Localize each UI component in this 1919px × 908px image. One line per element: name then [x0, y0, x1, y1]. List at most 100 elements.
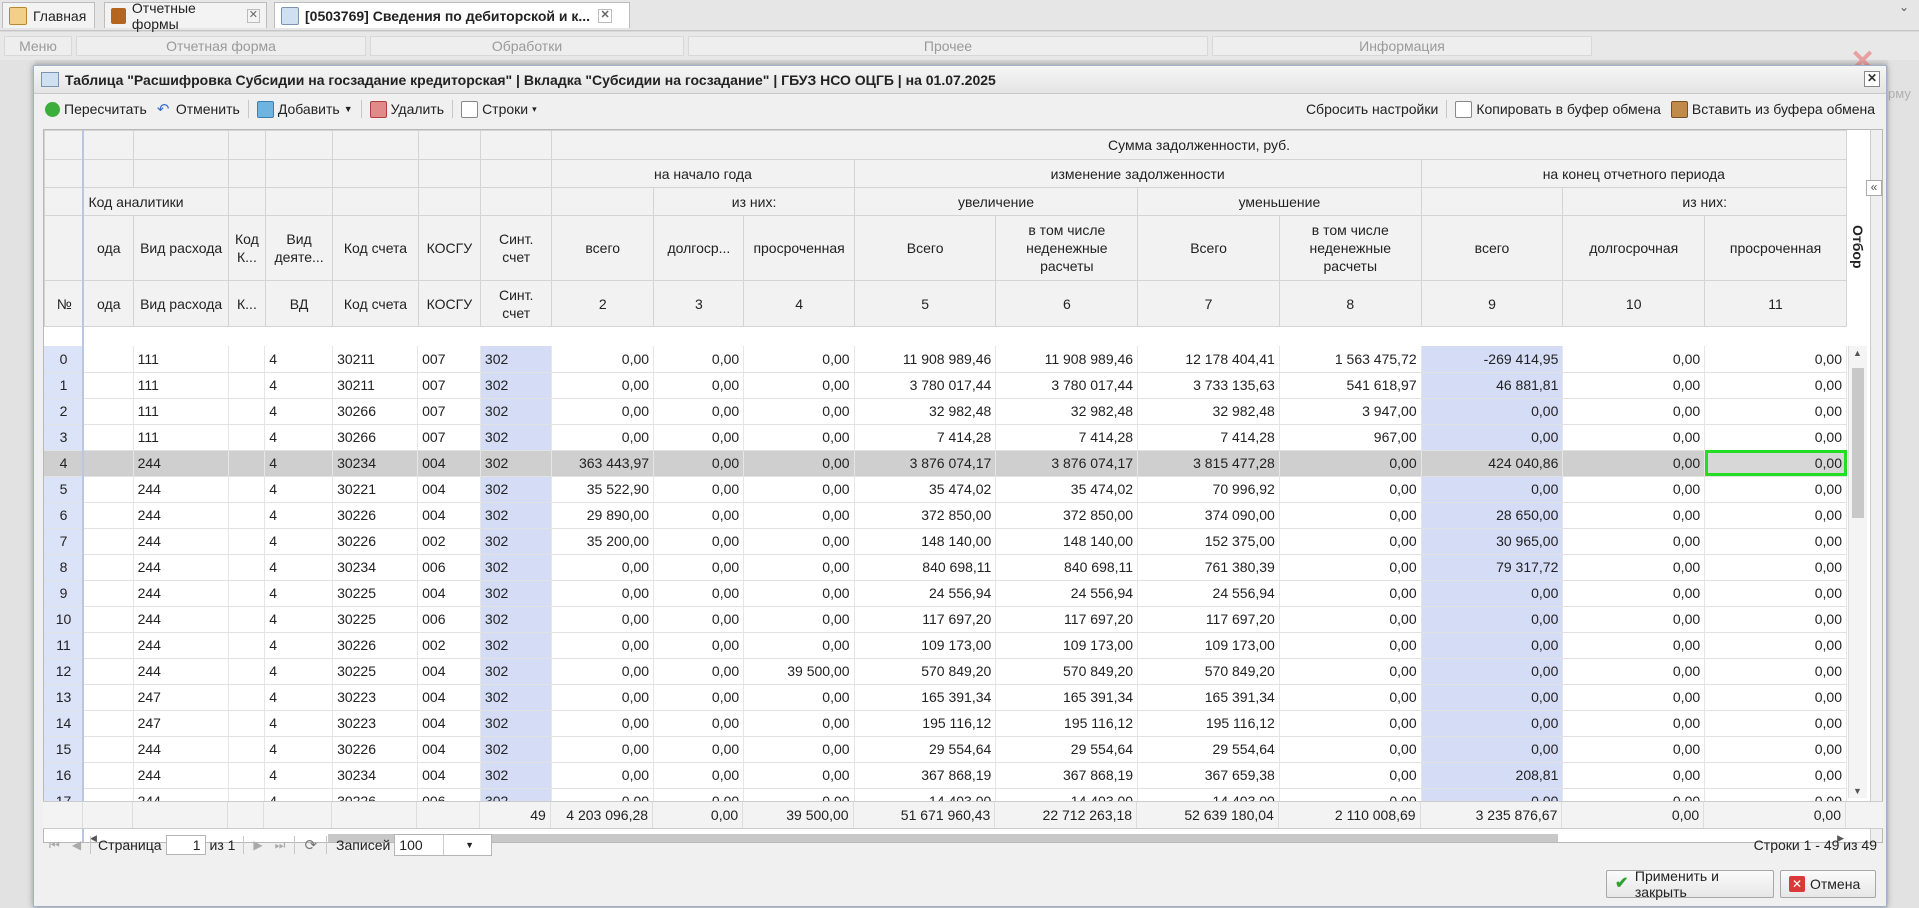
table-cell[interactable]: 0,00	[743, 528, 855, 555]
apply-and-close-button[interactable]: ✔ Применить и закрыть	[1606, 868, 1774, 900]
table-cell[interactable]	[228, 398, 266, 425]
table-cell[interactable]: 32 982,48	[1137, 398, 1280, 425]
table-row[interactable]: 12 244 4 30225 004 302 0,00 0,00 39 500,00 570 84…	[44, 658, 1847, 685]
table-row[interactable]: 15 244 4 30226 004 302 0,00 0,00 0,00 29 554,64 29…	[44, 736, 1847, 763]
menu-group-other[interactable]: Прочее	[688, 36, 1208, 56]
table-cell[interactable]: 0,00	[1279, 502, 1422, 529]
table-cell[interactable]	[83, 658, 134, 685]
table-cell[interactable]	[228, 736, 266, 763]
table-cell[interactable]: 007	[417, 424, 481, 451]
table-cell[interactable]: 0,00	[1279, 736, 1422, 763]
table-cell[interactable]: 0,00	[653, 710, 745, 737]
table-row[interactable]: 2 111 4 30266 007 302 0,00 0,00 0,00 32 982,48 32 …	[44, 398, 1847, 425]
table-cell[interactable]: 0,00	[1562, 346, 1706, 373]
table-cell[interactable]: 004	[417, 502, 481, 529]
table-cell[interactable]: 0,00	[743, 476, 855, 503]
table-cell[interactable]	[228, 684, 266, 711]
row-number-cell[interactable]: 10	[44, 606, 84, 633]
row-number-cell[interactable]: 2	[44, 398, 84, 425]
table-cell[interactable]: 30234	[332, 554, 419, 581]
table-row[interactable]: 10 244 4 30225 006 302 0,00 0,00 0,00 117 697,20 1…	[44, 606, 1847, 633]
scrollbar-thumb[interactable]	[1852, 368, 1864, 518]
table-cell[interactable]: 0,00	[1704, 606, 1847, 633]
table-row[interactable]: 13 247 4 30223 004 302 0,00 0,00 0,00 165 391,34 1…	[44, 684, 1847, 711]
table-cell[interactable]: 30211	[332, 346, 419, 373]
first-page-icon[interactable]: ⏮	[49, 838, 60, 853]
column-header[interactable]: в том числе неденежные расчеты	[995, 215, 1139, 281]
table-cell[interactable]	[83, 424, 134, 451]
table-cell[interactable]: 7 414,28	[854, 424, 997, 451]
paste-clipboard-button[interactable]: Вставить из буфера обмена	[1666, 97, 1880, 121]
table-cell[interactable]: 0,00	[653, 476, 745, 503]
table-cell[interactable]: 0,00	[1279, 580, 1422, 607]
table-cell[interactable]: 0,00	[1704, 632, 1847, 659]
table-cell[interactable]: 0,00	[743, 632, 855, 659]
table-cell[interactable]: 244	[133, 502, 229, 529]
table-cell[interactable]: 0,00	[1279, 450, 1422, 477]
table-cell[interactable]: 117 697,20	[995, 606, 1139, 633]
table-cell[interactable]: 0,00	[743, 398, 855, 425]
table-cell[interactable]: 7 414,28	[1137, 424, 1280, 451]
table-cell[interactable]	[228, 554, 266, 581]
table-cell[interactable]: 30225	[332, 658, 419, 685]
table-cell[interactable]: 0,00	[1562, 684, 1706, 711]
table-cell[interactable]: 0,00	[653, 450, 745, 477]
table-cell[interactable]: 0,00	[743, 424, 855, 451]
table-cell[interactable]: 0,00	[551, 762, 655, 789]
table-cell[interactable]	[83, 398, 134, 425]
table-cell[interactable]	[83, 762, 134, 789]
records-per-page-select[interactable]: 100 ▼	[394, 834, 493, 856]
row-number-cell[interactable]: 13	[44, 684, 84, 711]
table-cell[interactable]: 302	[480, 658, 552, 685]
table-cell[interactable]: 30225	[332, 580, 419, 607]
table-cell[interactable]: 0,00	[653, 372, 745, 399]
table-cell[interactable]: 0,00	[551, 398, 655, 425]
table-cell[interactable]: 541 618,97	[1279, 372, 1422, 399]
table-row[interactable]: 3 111 4 30266 007 302 0,00 0,00 0,00 7 414,28 7 41…	[44, 424, 1847, 451]
table-cell[interactable]: 0,00	[1562, 632, 1706, 659]
table-cell[interactable]: 247	[133, 710, 229, 737]
table-cell[interactable]: 30226	[332, 736, 419, 763]
row-number-cell[interactable]: 3	[44, 424, 84, 451]
table-cell[interactable]: 4	[264, 736, 334, 763]
table-cell[interactable]: 3 876 074,17	[854, 450, 997, 477]
table-cell[interactable]: -269 414,95	[1421, 346, 1564, 373]
table-cell[interactable]	[83, 606, 134, 633]
table-cell[interactable]: 111	[133, 372, 229, 399]
table-row[interactable]: 7 244 4 30226 002 302 35 200,00 0,00 0,00 148 140…	[44, 528, 1847, 555]
table-cell[interactable]: 363 443,97	[551, 450, 655, 477]
table-cell[interactable]: 24 556,94	[995, 580, 1139, 607]
column-header[interactable]: Код К...	[228, 215, 266, 281]
close-icon[interactable]: ✕	[598, 8, 613, 23]
table-cell[interactable]: 0,00	[551, 736, 655, 763]
table-cell[interactable]: 0,00	[743, 346, 855, 373]
row-number-cell[interactable]: 14	[44, 710, 84, 737]
column-header[interactable]: Синт. счет	[480, 215, 553, 281]
table-cell[interactable]: 244	[133, 450, 229, 477]
table-cell[interactable]: 302	[480, 528, 552, 555]
table-cell[interactable]: 4	[264, 580, 334, 607]
table-cell[interactable]: 4	[264, 684, 334, 711]
table-cell[interactable]: 4	[264, 450, 334, 477]
table-cell[interactable]: 152 375,00	[1137, 528, 1280, 555]
table-cell[interactable]: 302	[480, 554, 552, 581]
table-cell[interactable]	[83, 632, 134, 659]
table-cell[interactable]: 117 697,20	[1137, 606, 1280, 633]
table-row[interactable]: 1 111 4 30211 007 302 0,00 0,00 0,00 3 780 017,44…	[44, 372, 1847, 399]
table-cell[interactable]: 0,00	[1562, 528, 1706, 555]
table-cell[interactable]: 109 173,00	[854, 632, 997, 659]
table-cell[interactable]: 0,00	[1562, 658, 1706, 685]
table-cell[interactable]: 244	[133, 762, 229, 789]
column-header[interactable]: Вид расхода	[133, 215, 230, 281]
table-cell[interactable]: 0,00	[1279, 658, 1422, 685]
table-cell[interactable]	[228, 476, 266, 503]
filter-panel[interactable]	[1870, 130, 1882, 842]
table-cell[interactable]: 35 474,02	[995, 476, 1139, 503]
table-cell[interactable]: 29 554,64	[1137, 736, 1280, 763]
table-cell[interactable]: 004	[417, 684, 481, 711]
column-header[interactable]: Код счета	[332, 215, 419, 281]
tab-report-0503769[interactable]: [0503769] Сведения по дебиторской и к...…	[274, 2, 630, 28]
row-number-cell[interactable]: 6	[44, 502, 84, 529]
table-cell[interactable]: 0,00	[1421, 632, 1564, 659]
table-cell[interactable]: 840 698,11	[995, 554, 1139, 581]
